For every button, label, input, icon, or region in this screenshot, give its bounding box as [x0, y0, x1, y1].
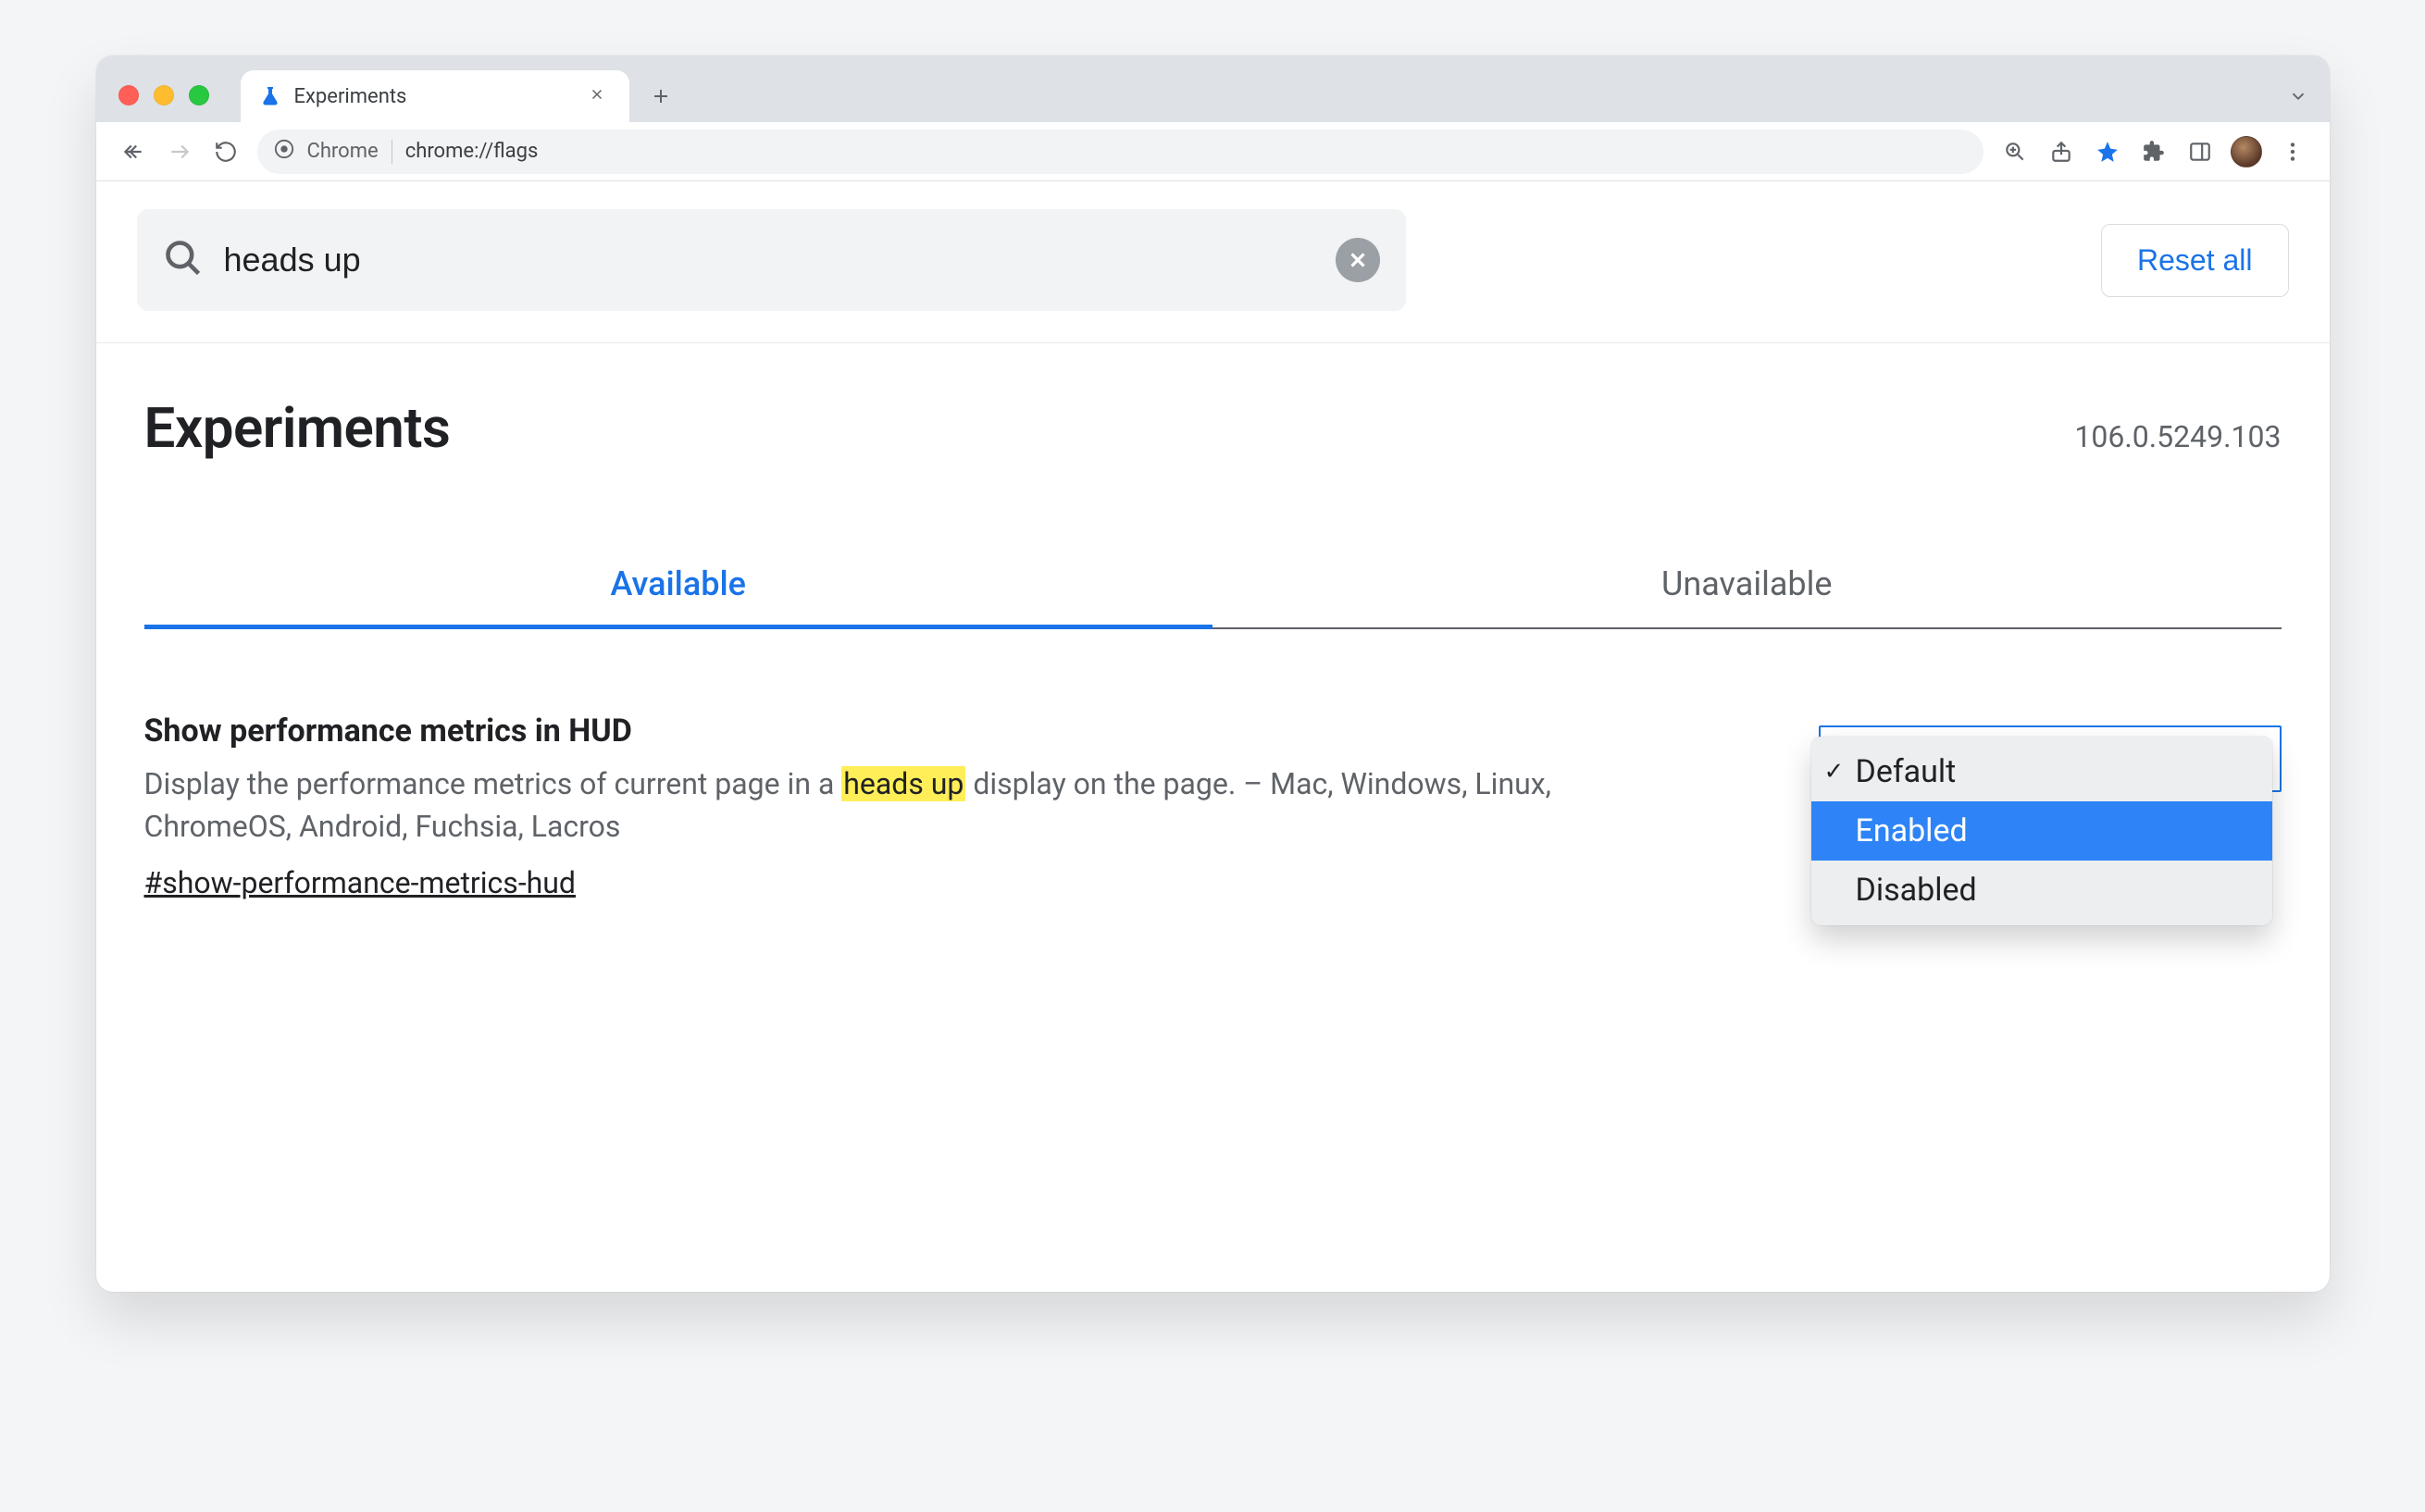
chrome-version: 106.0.5249.103: [2074, 419, 2281, 454]
tab-title: Experiments: [294, 85, 570, 108]
flag-anchor-link[interactable]: #show-performance-metrics-hud: [144, 865, 576, 900]
extensions-icon[interactable]: [2132, 130, 2176, 174]
dropdown-option-label: Disabled: [1856, 872, 1977, 909]
flags-search-input[interactable]: [224, 241, 1316, 279]
flags-page: Reset all Experiments 106.0.5249.103 Ava…: [96, 181, 2330, 1292]
reload-button[interactable]: [204, 130, 248, 174]
bookmark-star-icon[interactable]: [2085, 130, 2130, 174]
back-button[interactable]: [111, 130, 155, 174]
experiment-tabs: Available Unavailable: [144, 544, 2282, 629]
dropdown-option-default[interactable]: ✓ Default: [1811, 742, 2272, 801]
flask-icon: [259, 85, 281, 107]
close-window-button[interactable]: [118, 85, 139, 105]
chrome-icon: [274, 139, 294, 165]
checkmark-icon: ✓: [1824, 758, 1845, 786]
dropdown-option-label: Default: [1856, 753, 1957, 790]
avatar-image: [2231, 136, 2262, 167]
tab-unavailable[interactable]: Unavailable: [1212, 544, 2282, 627]
flag-description-highlight: heads up: [841, 766, 965, 801]
share-icon[interactable]: [2039, 130, 2083, 174]
tab-strip: Experiments: [96, 56, 2330, 122]
flag-state-dropdown[interactable]: ✓ Default Enabled Disabled: [1819, 725, 2282, 792]
side-panel-icon[interactable]: [2178, 130, 2222, 174]
toolbar: Chrome chrome://flags: [96, 122, 2330, 181]
address-bar[interactable]: Chrome chrome://flags: [257, 130, 1984, 174]
profile-avatar[interactable]: [2224, 130, 2269, 174]
dropdown-option-disabled[interactable]: Disabled: [1811, 861, 2272, 920]
reset-all-button[interactable]: Reset all: [2101, 224, 2289, 297]
flags-search-box[interactable]: [137, 209, 1407, 311]
window-controls: [109, 85, 218, 122]
search-icon: [163, 238, 204, 282]
dropdown-option-enabled[interactable]: Enabled: [1811, 801, 2272, 861]
omnibox-scheme-label: Chrome: [307, 140, 379, 163]
browser-window: Experiments Chrome chrome: [96, 56, 2330, 1292]
page-header: Experiments 106.0.5249.103: [120, 343, 2306, 461]
minimize-window-button[interactable]: [154, 85, 174, 105]
flag-text: Show performance metrics in HUD Display …: [144, 713, 1683, 900]
tab-search-button[interactable]: [2280, 78, 2317, 115]
search-row: Reset all: [96, 181, 2330, 343]
forward-button[interactable]: [157, 130, 202, 174]
flag-description: Display the performance metrics of curre…: [144, 762, 1683, 849]
dropdown-listbox: ✓ Default Enabled Disabled: [1811, 737, 2272, 925]
flag-entry: Show performance metrics in HUD Display …: [120, 629, 2306, 900]
flag-description-pre: Display the performance metrics of curre…: [144, 766, 842, 801]
zoom-icon[interactable]: [1993, 130, 2037, 174]
dropdown-option-label: Enabled: [1856, 812, 1968, 849]
maximize-window-button[interactable]: [189, 85, 209, 105]
close-tab-button[interactable]: [583, 81, 611, 112]
omnibox-url: chrome://flags: [405, 140, 539, 163]
tab-available[interactable]: Available: [144, 544, 1213, 627]
clear-search-button[interactable]: [1336, 238, 1380, 282]
flag-title: Show performance metrics in HUD: [144, 713, 1683, 750]
kebab-menu-icon[interactable]: [2270, 130, 2315, 174]
browser-tab[interactable]: Experiments: [241, 70, 629, 122]
page-title: Experiments: [144, 395, 451, 461]
new-tab-button[interactable]: [639, 74, 683, 118]
